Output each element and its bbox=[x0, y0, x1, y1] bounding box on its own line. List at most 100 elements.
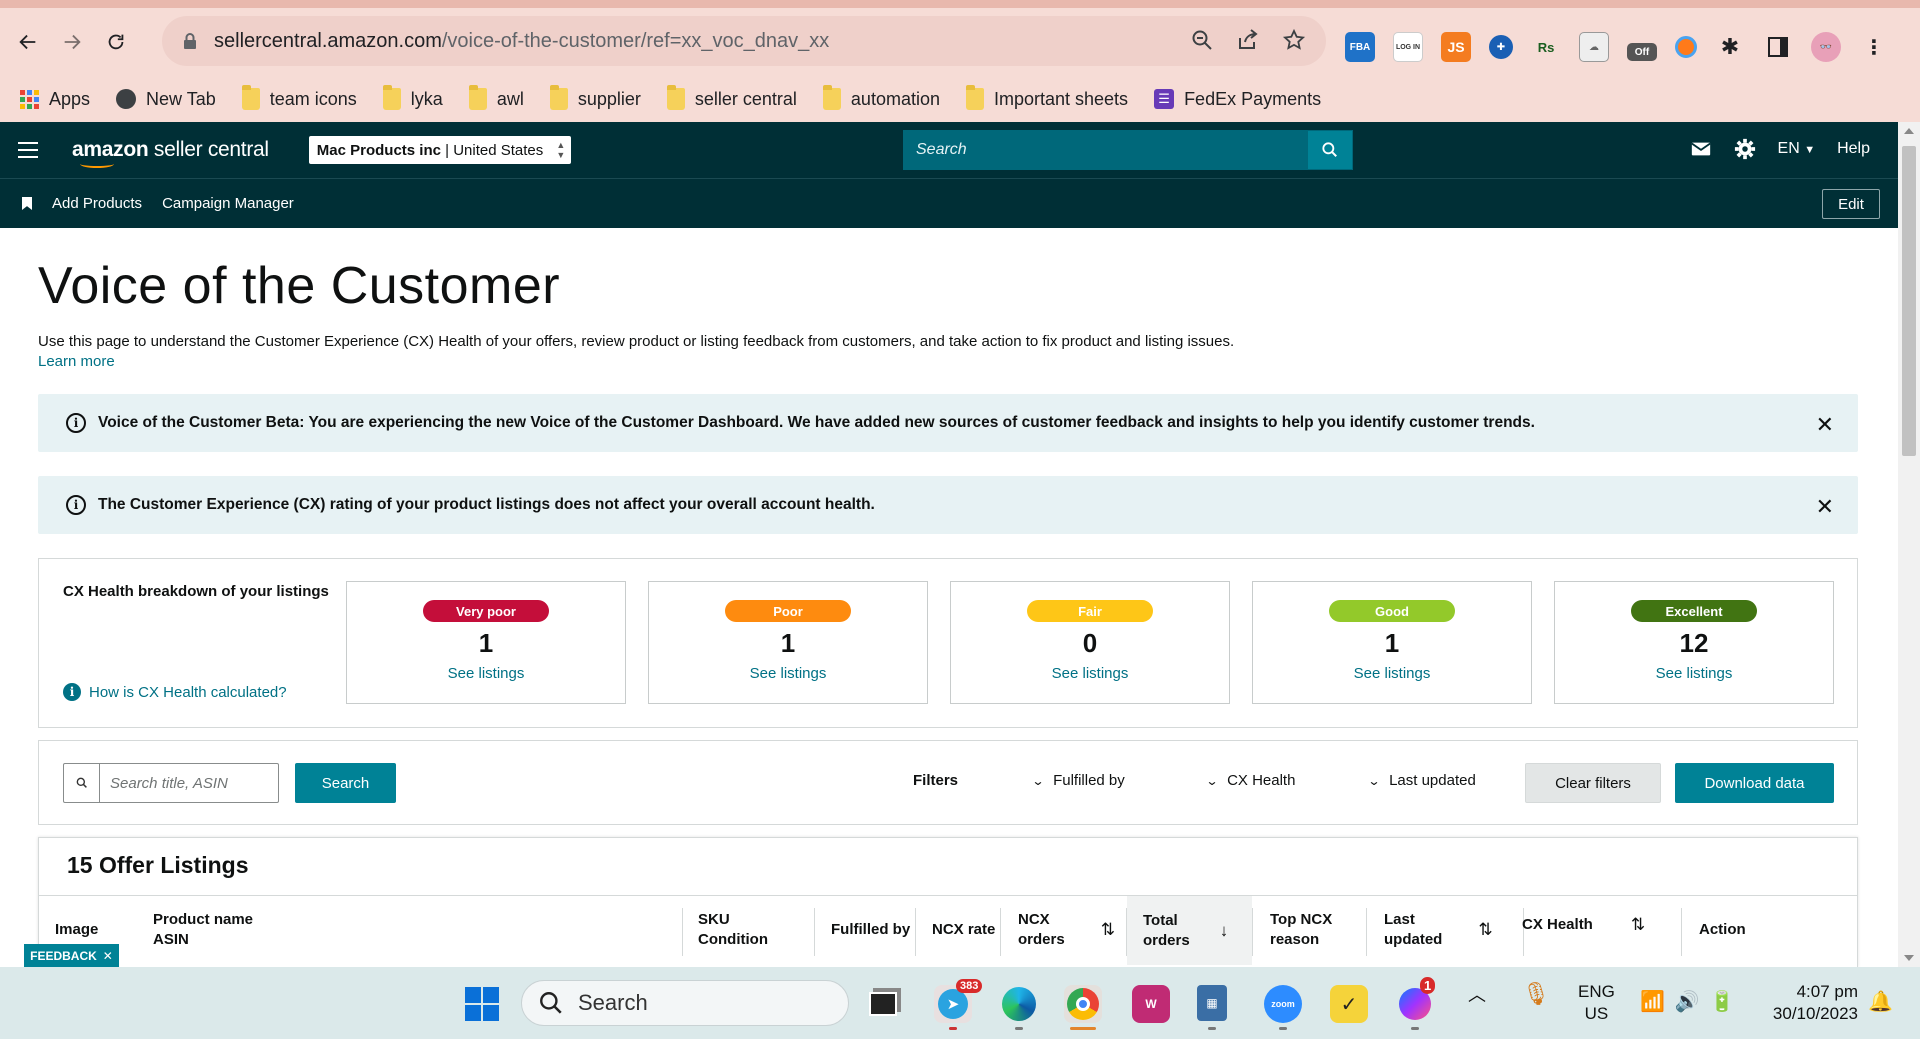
see-listings-link[interactable]: See listings bbox=[750, 665, 827, 682]
column-divider bbox=[814, 908, 815, 956]
see-listings-link[interactable]: See listings bbox=[448, 665, 525, 682]
health-card-poor[interactable]: Poor 1 See listings bbox=[648, 581, 928, 704]
health-card-fair[interactable]: Fair 0 See listings bbox=[950, 581, 1230, 704]
dropdown-label: CX Health bbox=[1227, 772, 1296, 789]
cx-health-dropdown[interactable]: ⌄ CX Health bbox=[1205, 772, 1296, 789]
reload-button[interactable] bbox=[98, 24, 134, 60]
see-listings-link[interactable]: See listings bbox=[1354, 665, 1431, 682]
health-card-good[interactable]: Good 1 See listings bbox=[1252, 581, 1532, 704]
bookmark-seller-central[interactable]: seller central bbox=[666, 85, 797, 110]
back-button[interactable] bbox=[10, 24, 46, 60]
sort-icon[interactable]: ⇅ bbox=[1101, 920, 1115, 940]
last-updated-dropdown[interactable]: ⌄ Last updated bbox=[1367, 772, 1475, 789]
language-indicator[interactable]: ENG US bbox=[1578, 981, 1615, 1025]
bookmark-icon[interactable] bbox=[22, 197, 32, 210]
close-icon[interactable]: ✕ bbox=[103, 949, 113, 963]
see-listings-link[interactable]: See listings bbox=[1656, 665, 1733, 682]
header-search-input[interactable]: Search bbox=[916, 141, 1308, 159]
close-icon[interactable]: ✕ bbox=[1816, 494, 1834, 520]
column-last-updated[interactable]: Last updated ⇅ bbox=[1384, 910, 1493, 950]
column-total-orders[interactable]: Total orders ↓ bbox=[1127, 896, 1252, 965]
clear-filters-button[interactable]: Clear filters bbox=[1525, 763, 1661, 803]
arrow-down-icon[interactable]: ↓ bbox=[1220, 921, 1229, 941]
cloud-extension-icon[interactable]: ☁ bbox=[1579, 32, 1609, 62]
zoom-out-icon[interactable] bbox=[1190, 28, 1214, 52]
page-scrollbar[interactable] bbox=[1898, 122, 1920, 967]
mail-icon[interactable] bbox=[1690, 138, 1712, 160]
menu-icon[interactable] bbox=[18, 142, 38, 158]
bookmark-new-tab[interactable]: New Tab bbox=[116, 89, 216, 110]
zoom-icon[interactable]: zoom bbox=[1264, 985, 1302, 1023]
messenger-icon[interactable]: 1 bbox=[1396, 977, 1436, 1023]
sort-icon[interactable]: ⇅ bbox=[1478, 920, 1492, 940]
amazon-seller-central-logo[interactable]: amazon seller central bbox=[72, 138, 269, 168]
learn-more-link[interactable]: Learn more bbox=[38, 353, 115, 370]
edit-button[interactable]: Edit bbox=[1822, 189, 1880, 219]
how-cx-health-link[interactable]: i How is CX Health calculated? bbox=[63, 683, 287, 701]
bookmark-automation[interactable]: automation bbox=[822, 85, 940, 110]
login-extension-icon[interactable]: LOG IN bbox=[1393, 32, 1423, 62]
plus-extension-icon[interactable]: ✚ bbox=[1489, 35, 1513, 59]
scroll-down-icon[interactable] bbox=[1904, 955, 1914, 961]
nav-link-add-products[interactable]: Add Products bbox=[52, 195, 142, 212]
share-icon[interactable] bbox=[1236, 28, 1260, 52]
bookmark-awl[interactable]: awl bbox=[468, 85, 524, 110]
status-icons[interactable]: 📶 🔊 🔋 bbox=[1640, 989, 1735, 1014]
health-card-excellent[interactable]: Excellent 12 See listings bbox=[1554, 581, 1834, 704]
feedback-label: FEEDBACK bbox=[30, 949, 97, 963]
calculator-icon[interactable]: ▦ bbox=[1197, 985, 1227, 1021]
store-selector[interactable]: Mac Products inc | United States ▲ ▼ bbox=[308, 136, 572, 164]
listing-search-input[interactable]: Search title, ASIN bbox=[110, 775, 228, 792]
chevron-down-icon: ⌄ bbox=[1205, 773, 1219, 788]
address-bar[interactable]: sellercentral.amazon.com/voice-of-the-cu… bbox=[162, 16, 1326, 66]
wps-office-icon[interactable]: W bbox=[1132, 985, 1170, 1023]
sticky-notes-icon[interactable]: ✓ bbox=[1330, 985, 1368, 1023]
column-ncx-orders[interactable]: NCX orders ⇅ bbox=[1018, 910, 1115, 950]
fulfilled-by-dropdown[interactable]: ⌄ Fulfilled by bbox=[1031, 772, 1124, 789]
health-card-very-poor[interactable]: Very poor 1 See listings bbox=[346, 581, 626, 704]
side-panel-icon[interactable] bbox=[1763, 32, 1793, 62]
listing-search[interactable]: Search title, ASIN bbox=[63, 763, 279, 803]
notification-bell-icon[interactable]: 🔔 bbox=[1868, 989, 1893, 1014]
bookmark-lyka[interactable]: lyka bbox=[382, 85, 443, 110]
help-link[interactable]: Help bbox=[1837, 140, 1870, 158]
js-extension-icon[interactable]: JS bbox=[1441, 32, 1471, 62]
scroll-up-icon[interactable] bbox=[1904, 128, 1914, 134]
microphone-icon[interactable]: 🎙 bbox=[1522, 981, 1550, 1007]
bookmark-team-icons[interactable]: team icons bbox=[241, 85, 357, 110]
sort-icon[interactable]: ⇅ bbox=[1631, 915, 1645, 935]
menu-dots-icon[interactable]: ⋮ bbox=[1859, 32, 1889, 62]
download-data-button[interactable]: Download data bbox=[1675, 763, 1834, 803]
off-extension-icon[interactable]: Off bbox=[1627, 43, 1657, 61]
bookmark-supplier[interactable]: supplier bbox=[549, 85, 641, 110]
taskbar-search[interactable]: Search bbox=[521, 980, 849, 1026]
column-cx-health[interactable]: CX Health ⇅ bbox=[1522, 915, 1645, 935]
see-listings-link[interactable]: See listings bbox=[1052, 665, 1129, 682]
firefox-extension-icon[interactable] bbox=[1675, 36, 1697, 58]
star-icon[interactable] bbox=[1282, 28, 1306, 52]
scrollbar-thumb[interactable] bbox=[1902, 146, 1916, 456]
bookmark-fedex-payments[interactable]: ☰ FedEx Payments bbox=[1154, 89, 1321, 110]
clock[interactable]: 4:07 pm 30/10/2023 bbox=[1760, 981, 1858, 1025]
rs-extension-icon[interactable]: Rs bbox=[1531, 32, 1561, 62]
forward-button[interactable] bbox=[54, 24, 90, 60]
task-view-icon[interactable] bbox=[864, 985, 902, 1023]
chevron-up-icon[interactable]: ︿ bbox=[1468, 981, 1486, 1007]
close-icon[interactable]: ✕ bbox=[1816, 412, 1834, 438]
feedback-tab[interactable]: FEEDBACK ✕ bbox=[24, 944, 119, 968]
edge-icon[interactable] bbox=[1000, 985, 1038, 1023]
puzzle-extension-icon[interactable]: ✱ bbox=[1715, 32, 1745, 62]
telegram-icon[interactable]: ➤ 383 bbox=[934, 979, 983, 1023]
nav-link-campaign-manager[interactable]: Campaign Manager bbox=[162, 195, 294, 212]
windows-start-icon[interactable] bbox=[465, 987, 499, 1021]
header-search-button[interactable] bbox=[1308, 131, 1352, 169]
chrome-icon[interactable] bbox=[1064, 985, 1102, 1023]
header-search[interactable]: Search bbox=[903, 130, 1353, 170]
fba-extension-icon[interactable]: FBA bbox=[1345, 32, 1375, 62]
language-selector[interactable]: EN ▼ bbox=[1778, 140, 1816, 158]
bookmark-important-sheets[interactable]: Important sheets bbox=[965, 85, 1128, 110]
gear-icon[interactable] bbox=[1734, 138, 1756, 160]
profile-avatar[interactable]: 👓 bbox=[1811, 32, 1841, 62]
search-button[interactable]: Search bbox=[295, 763, 396, 803]
bookmark-apps[interactable]: Apps bbox=[20, 89, 90, 110]
